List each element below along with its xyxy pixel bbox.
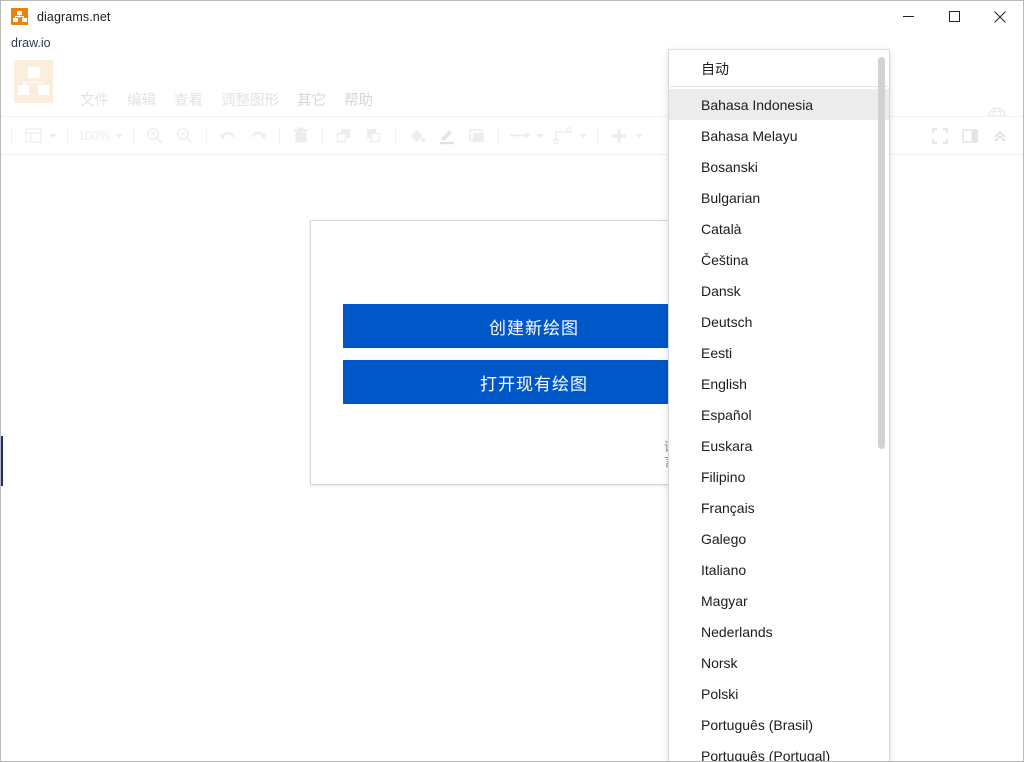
left-edge-accent [1, 436, 3, 486]
zoom-in-icon[interactable] [140, 121, 170, 151]
app-subtitle-text: draw.io [11, 36, 51, 50]
menu-items: 文件 编辑 查看 调整图形 其它 帮助 [71, 54, 382, 117]
language-option-portugues-brasil[interactable]: Português (Brasil) [669, 709, 889, 740]
language-dropdown-list: 自动 Bahasa Indonesia Bahasa Melayu Bosans… [669, 50, 889, 762]
toolbar-group-connection [505, 121, 591, 151]
toolbar-group-delete [286, 121, 316, 151]
to-front-icon[interactable] [329, 121, 359, 151]
language-option-espanol[interactable]: Español [669, 399, 889, 430]
fill-color-icon[interactable] [402, 121, 432, 151]
toolbar-group-zoom: 100% [74, 129, 127, 143]
application-window: diagrams.net draw.io 文件 编辑 查看 调整图形 其它 帮助… [0, 0, 1024, 762]
shadow-icon[interactable] [462, 121, 492, 151]
menu-item-arrange[interactable]: 调整图形 [212, 91, 288, 111]
language-option-english[interactable]: English [669, 368, 889, 399]
title-bar: diagrams.net [1, 1, 1023, 32]
language-menu-scrollbar[interactable] [878, 57, 885, 757]
language-option-nederlands[interactable]: Nederlands [669, 616, 889, 647]
diagrams-net-logo-icon [11, 8, 28, 25]
fullscreen-icon[interactable] [925, 121, 955, 151]
collapse-icon[interactable] [985, 121, 1015, 151]
language-option-eesti[interactable]: Eesti [669, 337, 889, 368]
app-logo-tile-icon [14, 60, 53, 103]
zoom-level-label[interactable]: 100% [74, 129, 114, 143]
window-title: diagrams.net [37, 9, 111, 24]
toolbar-group-order [329, 121, 389, 151]
language-option-galego[interactable]: Galego [669, 523, 889, 554]
menu-divider [670, 86, 889, 87]
language-option-francais[interactable]: Français [669, 492, 889, 523]
redo-icon[interactable] [243, 121, 273, 151]
toolbar-group-zoom-buttons [140, 121, 200, 151]
language-dropdown-menu[interactable]: 自动 Bahasa Indonesia Bahasa Melayu Bosans… [668, 49, 890, 762]
line-color-icon[interactable] [432, 121, 462, 151]
zoom-out-icon[interactable] [170, 121, 200, 151]
to-back-icon[interactable] [359, 121, 389, 151]
toolbar-right-group [925, 121, 1023, 151]
waypoints-chevron-down-icon[interactable] [578, 133, 587, 138]
language-option-bosanski[interactable]: Bosanski [669, 151, 889, 182]
toolbar-group-insert [604, 121, 647, 151]
language-option-euskara[interactable]: Euskara [669, 430, 889, 461]
language-option-cestina[interactable]: Čeština [669, 244, 889, 275]
language-option-auto[interactable]: 自动 [669, 50, 889, 86]
window-controls [885, 1, 1023, 32]
language-option-bulgarian[interactable]: Bulgarian [669, 182, 889, 213]
language-option-filipino[interactable]: Filipino [669, 461, 889, 492]
connection-arrow-icon[interactable] [505, 121, 535, 151]
menu-item-edit[interactable]: 编辑 [118, 91, 165, 111]
format-panel-icon[interactable] [955, 121, 985, 151]
menu-item-extras[interactable]: 其它 [288, 91, 335, 111]
toolbar-group-view [18, 121, 61, 151]
language-option-bahasa-melayu[interactable]: Bahasa Melayu [669, 120, 889, 151]
maximize-icon[interactable] [931, 1, 977, 32]
toolbar-group-style [402, 121, 492, 151]
insert-icon[interactable] [604, 121, 634, 151]
language-option-norsk[interactable]: Norsk [669, 647, 889, 678]
view-layout-icon[interactable] [18, 121, 48, 151]
language-option-catala[interactable]: Català [669, 213, 889, 244]
language-option-deutsch[interactable]: Deutsch [669, 306, 889, 337]
language-menu-scrollbar-thumb[interactable] [878, 57, 885, 449]
language-option-magyar[interactable]: Magyar [669, 585, 889, 616]
insert-chevron-down-icon[interactable] [634, 133, 643, 138]
menu-item-help[interactable]: 帮助 [335, 91, 382, 111]
language-option-bahasa-indonesia[interactable]: Bahasa Indonesia [669, 89, 889, 120]
connection-chevron-down-icon[interactable] [535, 133, 544, 138]
minimize-icon[interactable] [885, 1, 931, 32]
delete-icon[interactable] [286, 121, 316, 151]
waypoints-icon[interactable] [548, 121, 578, 151]
language-option-dansk[interactable]: Dansk [669, 275, 889, 306]
title-bar-left: diagrams.net [1, 8, 110, 25]
create-new-diagram-button[interactable]: 创建新绘图 [343, 304, 674, 348]
zoom-chevron-down-icon[interactable] [114, 133, 123, 138]
toolbar-group-history [213, 121, 273, 151]
language-option-portugues-portugal[interactable]: Português (Portugal) [669, 740, 889, 762]
splash-dialog: 创建新绘图 打开现有绘图 语言 [310, 220, 675, 485]
language-option-italiano[interactable]: Italiano [669, 554, 889, 585]
language-option-polski[interactable]: Polski [669, 678, 889, 709]
menu-item-view[interactable]: 查看 [165, 91, 212, 111]
undo-icon[interactable] [213, 121, 243, 151]
close-icon[interactable] [977, 1, 1023, 32]
open-existing-diagram-button[interactable]: 打开现有绘图 [343, 360, 674, 404]
menu-item-file[interactable]: 文件 [71, 91, 118, 111]
view-layout-chevron-down-icon[interactable] [49, 133, 57, 138]
